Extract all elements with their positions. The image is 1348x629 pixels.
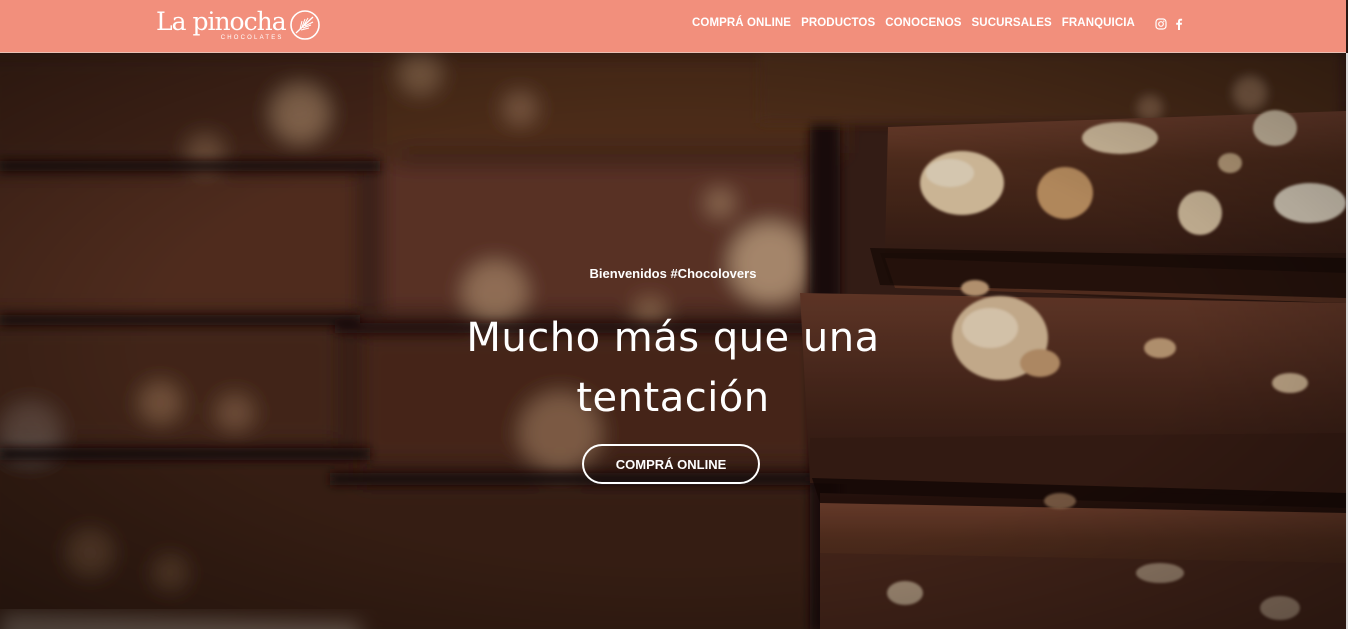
facebook-icon[interactable] bbox=[1175, 17, 1183, 35]
nav-link-franquicia[interactable]: FRANQUICIA bbox=[1062, 16, 1135, 30]
pine-needle-icon bbox=[289, 9, 321, 46]
brand-logo[interactable]: La pinocha CHOCOLATES bbox=[156, 4, 321, 48]
hero-content: Bienvenidos #Chocolovers Mucho más que u… bbox=[0, 53, 1346, 629]
logo-wordmark: La pinocha CHOCOLATES bbox=[156, 4, 287, 41]
hero-section: Bienvenidos #Chocolovers Mucho más que u… bbox=[0, 53, 1346, 629]
hero-headline-line2: tentación bbox=[576, 375, 770, 421]
hero-eyebrow: Bienvenidos #Chocolovers bbox=[589, 266, 757, 281]
hero-headline: Mucho más que una tentación bbox=[0, 308, 1346, 428]
nav-link-compra-online[interactable]: COMPRÁ ONLINE bbox=[692, 16, 791, 30]
hero-headline-line1: Mucho más que una bbox=[466, 315, 880, 361]
nav-link-productos[interactable]: PRODUCTOS bbox=[801, 16, 875, 30]
instagram-icon[interactable] bbox=[1155, 17, 1167, 35]
compra-online-button[interactable]: COMPRÁ ONLINE bbox=[582, 444, 760, 484]
site-header: La pinocha CHOCOLATES COMPRÁ ONLINE PROD… bbox=[0, 0, 1346, 53]
logo-tagline: CHOCOLATES bbox=[220, 35, 284, 41]
nav-link-sucursales[interactable]: SUCURSALES bbox=[972, 16, 1052, 30]
nav-link-conocenos[interactable]: CONOCENOS bbox=[885, 16, 961, 30]
main-nav: COMPRÁ ONLINE PRODUCTOS CONOCENOS SUCURS… bbox=[692, 16, 1135, 30]
page: La pinocha CHOCOLATES COMPRÁ ONLINE PROD… bbox=[0, 0, 1348, 629]
social-links bbox=[1155, 17, 1183, 35]
